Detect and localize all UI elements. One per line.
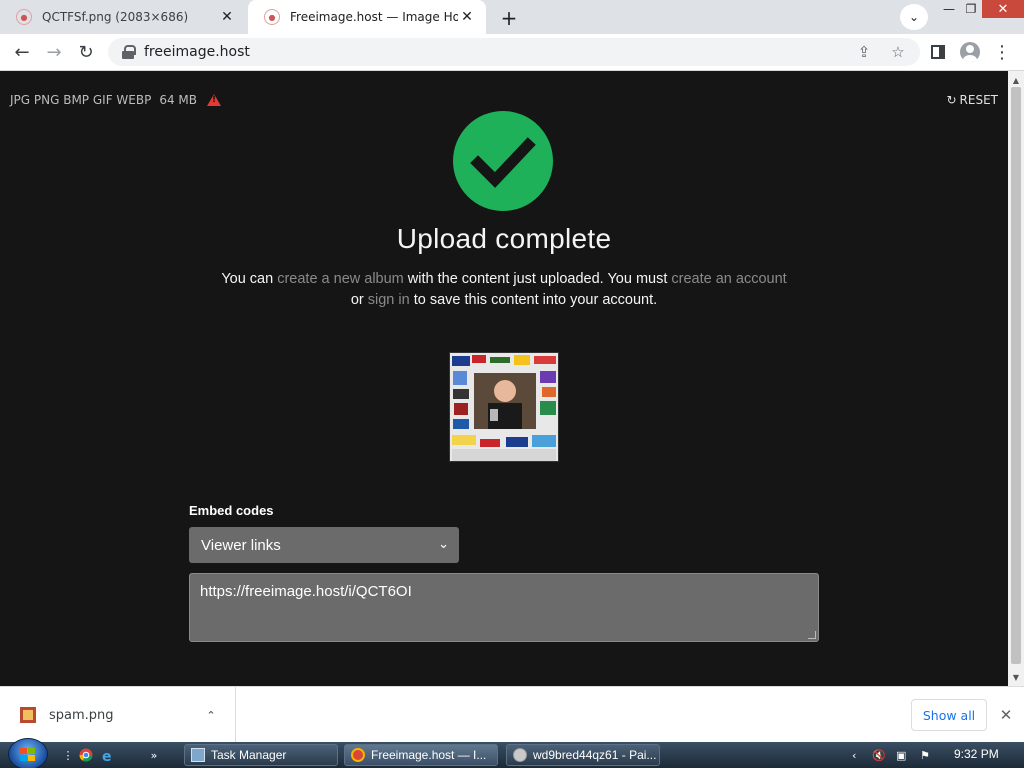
message-text: with the content just uploaded. You must bbox=[403, 271, 672, 287]
new-tab-button[interactable]: + bbox=[496, 5, 522, 31]
lock-icon bbox=[122, 45, 136, 59]
max-size: 64 MB bbox=[159, 93, 197, 107]
arrow-right-icon: → bbox=[46, 41, 62, 63]
volume-muted-icon[interactable]: 🔇 bbox=[872, 746, 886, 764]
taskbar-item-label: Task Manager bbox=[211, 748, 287, 762]
internet-explorer-icon[interactable]: e bbox=[100, 747, 116, 763]
close-download-bar-icon[interactable]: ✕ bbox=[996, 705, 1016, 725]
message-text: to save this content into your account. bbox=[409, 292, 658, 308]
tab-freeimage[interactable]: ● Freeimage.host — Image Hosting ✕ bbox=[248, 0, 486, 34]
favicon-icon: ● bbox=[16, 9, 32, 25]
back-button[interactable]: ← bbox=[8, 38, 36, 66]
forward-button[interactable]: → bbox=[40, 38, 68, 66]
menu-button[interactable]: ⋮ bbox=[988, 38, 1016, 66]
reload-button[interactable]: ↻ bbox=[72, 38, 100, 66]
download-bar: spam.png ⌃ Show all ✕ bbox=[0, 686, 1024, 743]
taskbar-item-task-manager[interactable]: Task Manager bbox=[184, 744, 338, 766]
url-text: freeimage.host bbox=[144, 44, 250, 60]
reset-label: RESET bbox=[959, 93, 998, 107]
create-album-link[interactable]: create a new album bbox=[277, 271, 404, 287]
windows-logo-icon bbox=[20, 748, 36, 762]
svg-text:e: e bbox=[102, 749, 112, 763]
more-icon[interactable]: » bbox=[146, 747, 162, 763]
share-icon[interactable]: ⇪ bbox=[852, 38, 876, 66]
embed-codes-label: Embed codes bbox=[189, 503, 274, 518]
message-text: You can bbox=[221, 271, 278, 287]
refresh-icon: ↻ bbox=[946, 93, 957, 107]
scrollbar-thumb[interactable] bbox=[1011, 87, 1021, 664]
message-text: or bbox=[350, 292, 368, 308]
uploaded-image-thumbnail[interactable] bbox=[449, 352, 559, 462]
scroll-up-icon[interactable]: ▲ bbox=[1008, 73, 1024, 87]
reset-button[interactable]: ↻ RESET bbox=[946, 93, 998, 107]
show-all-button[interactable]: Show all bbox=[911, 699, 987, 731]
download-filename: spam.png bbox=[49, 707, 114, 723]
tab-title: QCTFSf.png (2083×686) bbox=[42, 10, 189, 24]
start-button[interactable] bbox=[8, 738, 48, 768]
page-content: JPG PNG BMP GIF WEBP 64 MB ↻ RESET Uploa… bbox=[0, 71, 1008, 686]
profile-button[interactable] bbox=[956, 38, 984, 66]
windows-taskbar: ⋮ e » Task Manager Freeimage.host — I...… bbox=[0, 738, 1024, 768]
upload-message: You can create a new album with the cont… bbox=[0, 269, 1008, 311]
avatar-icon bbox=[960, 42, 980, 62]
format-list: JPG PNG BMP GIF WEBP bbox=[10, 93, 152, 107]
chevron-up-icon[interactable]: ⌃ bbox=[201, 709, 221, 722]
action-center-icon[interactable]: ⚑ bbox=[920, 746, 930, 764]
clock[interactable]: 9:32 PM bbox=[954, 747, 999, 761]
success-check-icon bbox=[453, 111, 553, 211]
embed-type-select[interactable]: Viewer links ⌄ bbox=[189, 527, 459, 563]
bookmark-star-icon[interactable]: ☆ bbox=[886, 38, 910, 66]
paint-icon bbox=[513, 748, 527, 762]
side-panel-button[interactable] bbox=[924, 38, 952, 66]
reload-icon: ↻ bbox=[78, 41, 94, 63]
page-title: Upload complete bbox=[396, 223, 612, 254]
tab-title: Freeimage.host — Image Hosting bbox=[290, 10, 458, 24]
taskbar-item-chrome[interactable]: Freeimage.host — I... bbox=[344, 744, 498, 766]
tab-search-button[interactable]: ⌄ bbox=[900, 4, 928, 30]
page-scrollbar[interactable]: ▲ ▼ bbox=[1008, 71, 1024, 686]
taskbar-item-label: wd9bred44qz61 - Pai... bbox=[533, 748, 657, 762]
chevron-down-icon: ⌄ bbox=[438, 536, 449, 551]
tab-qctfsf[interactable]: ● QCTFSf.png (2083×686) ✕ bbox=[0, 0, 246, 34]
download-item[interactable]: spam.png ⌃ bbox=[0, 687, 236, 743]
tab-strip: ● QCTFSf.png (2083×686) ✕ ● Freeimage.ho… bbox=[0, 0, 1024, 34]
maximize-button[interactable]: ❐ bbox=[958, 0, 984, 18]
embed-code-value: https://freeimage.host/i/QCT6OI bbox=[200, 583, 412, 600]
tab-close-icon[interactable]: ✕ bbox=[458, 8, 476, 26]
embed-code-textarea[interactable]: https://freeimage.host/i/QCT6OI bbox=[189, 573, 819, 642]
show-hidden-icons-icon[interactable]: ‹ bbox=[852, 746, 856, 764]
side-panel-icon bbox=[931, 45, 945, 59]
network-icon[interactable]: ▣ bbox=[896, 746, 906, 764]
upload-limits: JPG PNG BMP GIF WEBP 64 MB bbox=[10, 93, 221, 107]
chrome-icon bbox=[351, 748, 365, 762]
chrome-icon[interactable] bbox=[78, 747, 94, 763]
window-close-button[interactable]: ✕ bbox=[982, 0, 1024, 18]
favicon-icon: ● bbox=[264, 9, 280, 25]
chevron-down-icon: ⌄ bbox=[908, 10, 920, 24]
address-bar[interactable]: freeimage.host ⇪ ☆ bbox=[108, 38, 920, 66]
create-account-link[interactable]: create an account bbox=[671, 271, 786, 287]
grip-icon: ⋮ bbox=[62, 748, 74, 762]
arrow-left-icon: ← bbox=[14, 41, 30, 63]
warning-icon bbox=[207, 94, 221, 106]
browser-toolbar: ← → ↻ freeimage.host ⇪ ☆ ⋮ bbox=[0, 34, 1024, 71]
tab-close-icon[interactable]: ✕ bbox=[218, 8, 236, 26]
kebab-menu-icon: ⋮ bbox=[993, 41, 1011, 63]
embed-type-value: Viewer links bbox=[201, 536, 281, 554]
taskbar-item-paint[interactable]: wd9bred44qz61 - Pai... bbox=[506, 744, 660, 766]
resize-handle-icon[interactable] bbox=[808, 631, 816, 639]
scroll-down-icon[interactable]: ▼ bbox=[1008, 670, 1024, 684]
task-manager-icon bbox=[191, 748, 205, 762]
image-file-icon bbox=[20, 707, 36, 723]
sign-in-link[interactable]: sign in bbox=[368, 292, 410, 308]
taskbar-item-label: Freeimage.host — I... bbox=[371, 748, 487, 762]
